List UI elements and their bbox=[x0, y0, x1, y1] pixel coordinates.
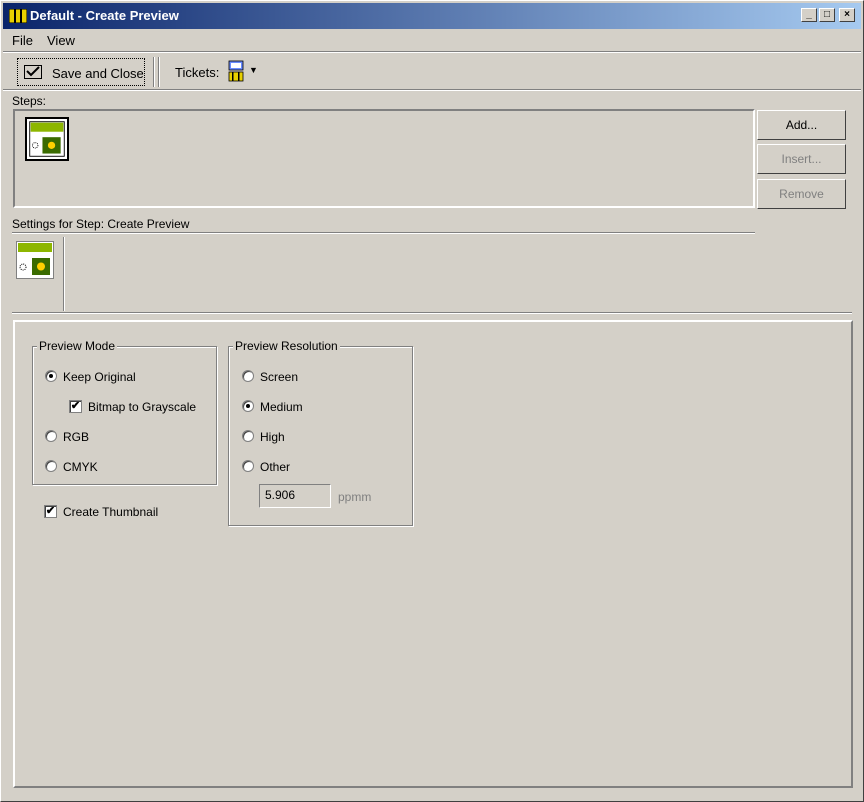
settings-icon-separator bbox=[63, 237, 65, 311]
window-title: Default - Create Preview bbox=[30, 8, 179, 23]
preview-mode-group: Preview Mode bbox=[32, 339, 217, 485]
tickets-label: Tickets: bbox=[175, 65, 220, 80]
menu-view[interactable]: View bbox=[47, 33, 75, 48]
toolbar-divider bbox=[3, 89, 861, 91]
rgb-radio[interactable] bbox=[45, 430, 57, 442]
tickets-icon[interactable] bbox=[228, 60, 244, 82]
toolbar-separator bbox=[153, 57, 155, 87]
rgb-label[interactable]: RGB bbox=[63, 430, 89, 444]
app-window: Default - Create Preview _ □ × File View… bbox=[0, 0, 864, 802]
menu-bar: File View bbox=[3, 30, 861, 52]
create-preview-step-icon[interactable] bbox=[25, 117, 69, 161]
bitmap-to-grayscale-label[interactable]: Bitmap to Grayscale bbox=[88, 400, 196, 414]
maximize-button[interactable]: □ bbox=[819, 8, 835, 22]
medium-label[interactable]: Medium bbox=[260, 400, 303, 414]
close-icon: × bbox=[844, 9, 850, 20]
menu-divider bbox=[3, 51, 861, 53]
save-and-close-label: Save and Close bbox=[52, 66, 144, 81]
settings-step-label: Settings for Step: Create Preview bbox=[12, 217, 190, 231]
add-step-button[interactable]: Add... bbox=[757, 110, 846, 140]
keep-original-radio[interactable] bbox=[45, 370, 57, 382]
ticket-app-icon bbox=[9, 9, 27, 23]
save-and-close-button[interactable]: Save and Close bbox=[17, 58, 145, 86]
steps-list[interactable] bbox=[13, 109, 755, 208]
remove-step-button[interactable]: Remove bbox=[757, 179, 846, 209]
toolbar-separator bbox=[158, 57, 160, 87]
settings-divider bbox=[12, 232, 755, 234]
steps-label: Steps: bbox=[12, 94, 47, 108]
cmyk-label[interactable]: CMYK bbox=[63, 460, 98, 474]
menu-file[interactable]: File bbox=[12, 33, 33, 48]
preview-resolution-title: Preview Resolution bbox=[233, 339, 340, 353]
create-preview-settings-icon bbox=[16, 241, 54, 279]
maximize-icon: □ bbox=[823, 9, 831, 20]
high-radio[interactable] bbox=[242, 430, 254, 442]
cmyk-radio[interactable] bbox=[45, 460, 57, 472]
preview-mode-title: Preview Mode bbox=[37, 339, 118, 353]
create-thumbnail-label[interactable]: Create Thumbnail bbox=[63, 505, 158, 519]
title-bar[interactable]: Default - Create Preview _ □ × bbox=[3, 3, 861, 29]
other-radio[interactable] bbox=[242, 460, 254, 472]
medium-radio[interactable] bbox=[242, 400, 254, 412]
insert-step-button[interactable]: Insert... bbox=[757, 144, 846, 174]
checkmark-icon bbox=[24, 65, 42, 79]
panel-divider bbox=[12, 312, 852, 314]
minimize-button[interactable]: _ bbox=[801, 8, 817, 22]
high-label[interactable]: High bbox=[260, 430, 285, 444]
bitmap-to-grayscale-checkbox[interactable]: ✔ bbox=[69, 400, 82, 413]
tickets-dropdown-icon[interactable]: ▼ bbox=[249, 65, 258, 75]
close-button[interactable]: × bbox=[839, 8, 855, 22]
minimize-icon: _ bbox=[806, 9, 812, 20]
keep-original-label[interactable]: Keep Original bbox=[63, 370, 136, 384]
create-thumbnail-checkbox[interactable]: ✔ bbox=[44, 505, 57, 518]
resolution-unit-label: ppmm bbox=[338, 490, 372, 504]
other-resolution-input[interactable]: 5.906 bbox=[259, 484, 331, 508]
screen-radio[interactable] bbox=[242, 370, 254, 382]
other-label[interactable]: Other bbox=[260, 460, 290, 474]
screen-label[interactable]: Screen bbox=[260, 370, 298, 384]
